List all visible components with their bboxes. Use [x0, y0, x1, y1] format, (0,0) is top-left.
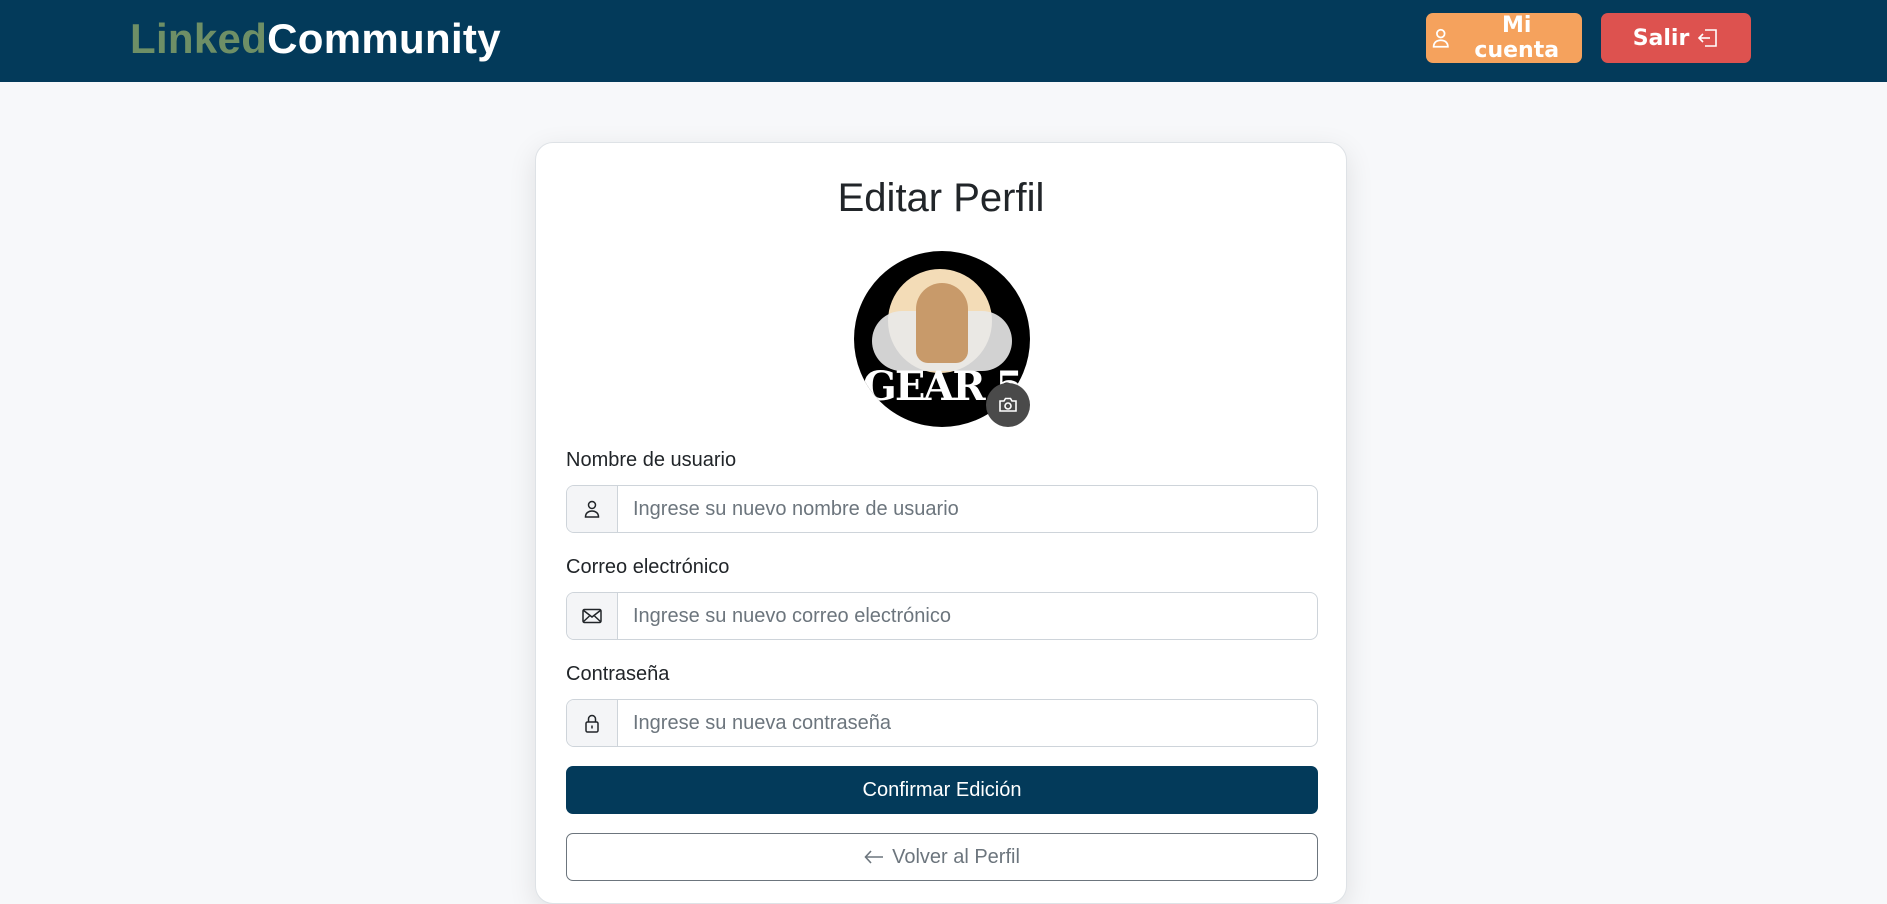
password-addon [567, 700, 618, 746]
password-input-group [566, 699, 1318, 747]
navbar: LinkedCommunity Mi cuenta Salir [0, 0, 1887, 82]
password-input[interactable] [618, 700, 1317, 746]
username-label: Nombre de usuario [566, 449, 737, 471]
username-addon [567, 486, 618, 532]
username-input[interactable] [618, 486, 1317, 532]
avatar-figure [916, 283, 968, 363]
logout-icon [1698, 29, 1718, 47]
change-photo-button[interactable] [986, 383, 1030, 427]
logout-button[interactable]: Salir [1601, 13, 1751, 63]
email-addon [567, 593, 618, 639]
back-to-profile-label: Volver al Perfil [892, 845, 1020, 868]
camera-icon [999, 397, 1017, 412]
lock-icon [585, 714, 599, 733]
brand-part-linked: Linked [130, 15, 268, 62]
brand-part-community: Community [267, 15, 501, 62]
password-label: Contraseña [566, 663, 670, 685]
brand-logo[interactable]: LinkedCommunity [130, 14, 501, 64]
username-input-group [566, 485, 1318, 533]
account-button[interactable]: Mi cuenta [1426, 13, 1582, 63]
logout-button-label: Salir [1632, 25, 1690, 51]
user-icon [1432, 28, 1449, 48]
user-icon [584, 500, 600, 518]
back-to-profile-button[interactable]: Volver al Perfil [566, 833, 1318, 881]
arrow-left-icon [864, 850, 884, 864]
confirm-edit-button[interactable]: Confirmar Edición [566, 766, 1318, 814]
page-title: Editar Perfil [837, 176, 1045, 220]
email-label: Correo electrónico [566, 556, 730, 578]
edit-profile-card: Editar Perfil GEAR 5 Nombre de usuario C… [535, 142, 1347, 904]
envelope-icon [582, 608, 602, 624]
account-button-label: Mi cuenta [1474, 13, 1560, 63]
email-input[interactable] [618, 593, 1317, 639]
email-input-group [566, 592, 1318, 640]
